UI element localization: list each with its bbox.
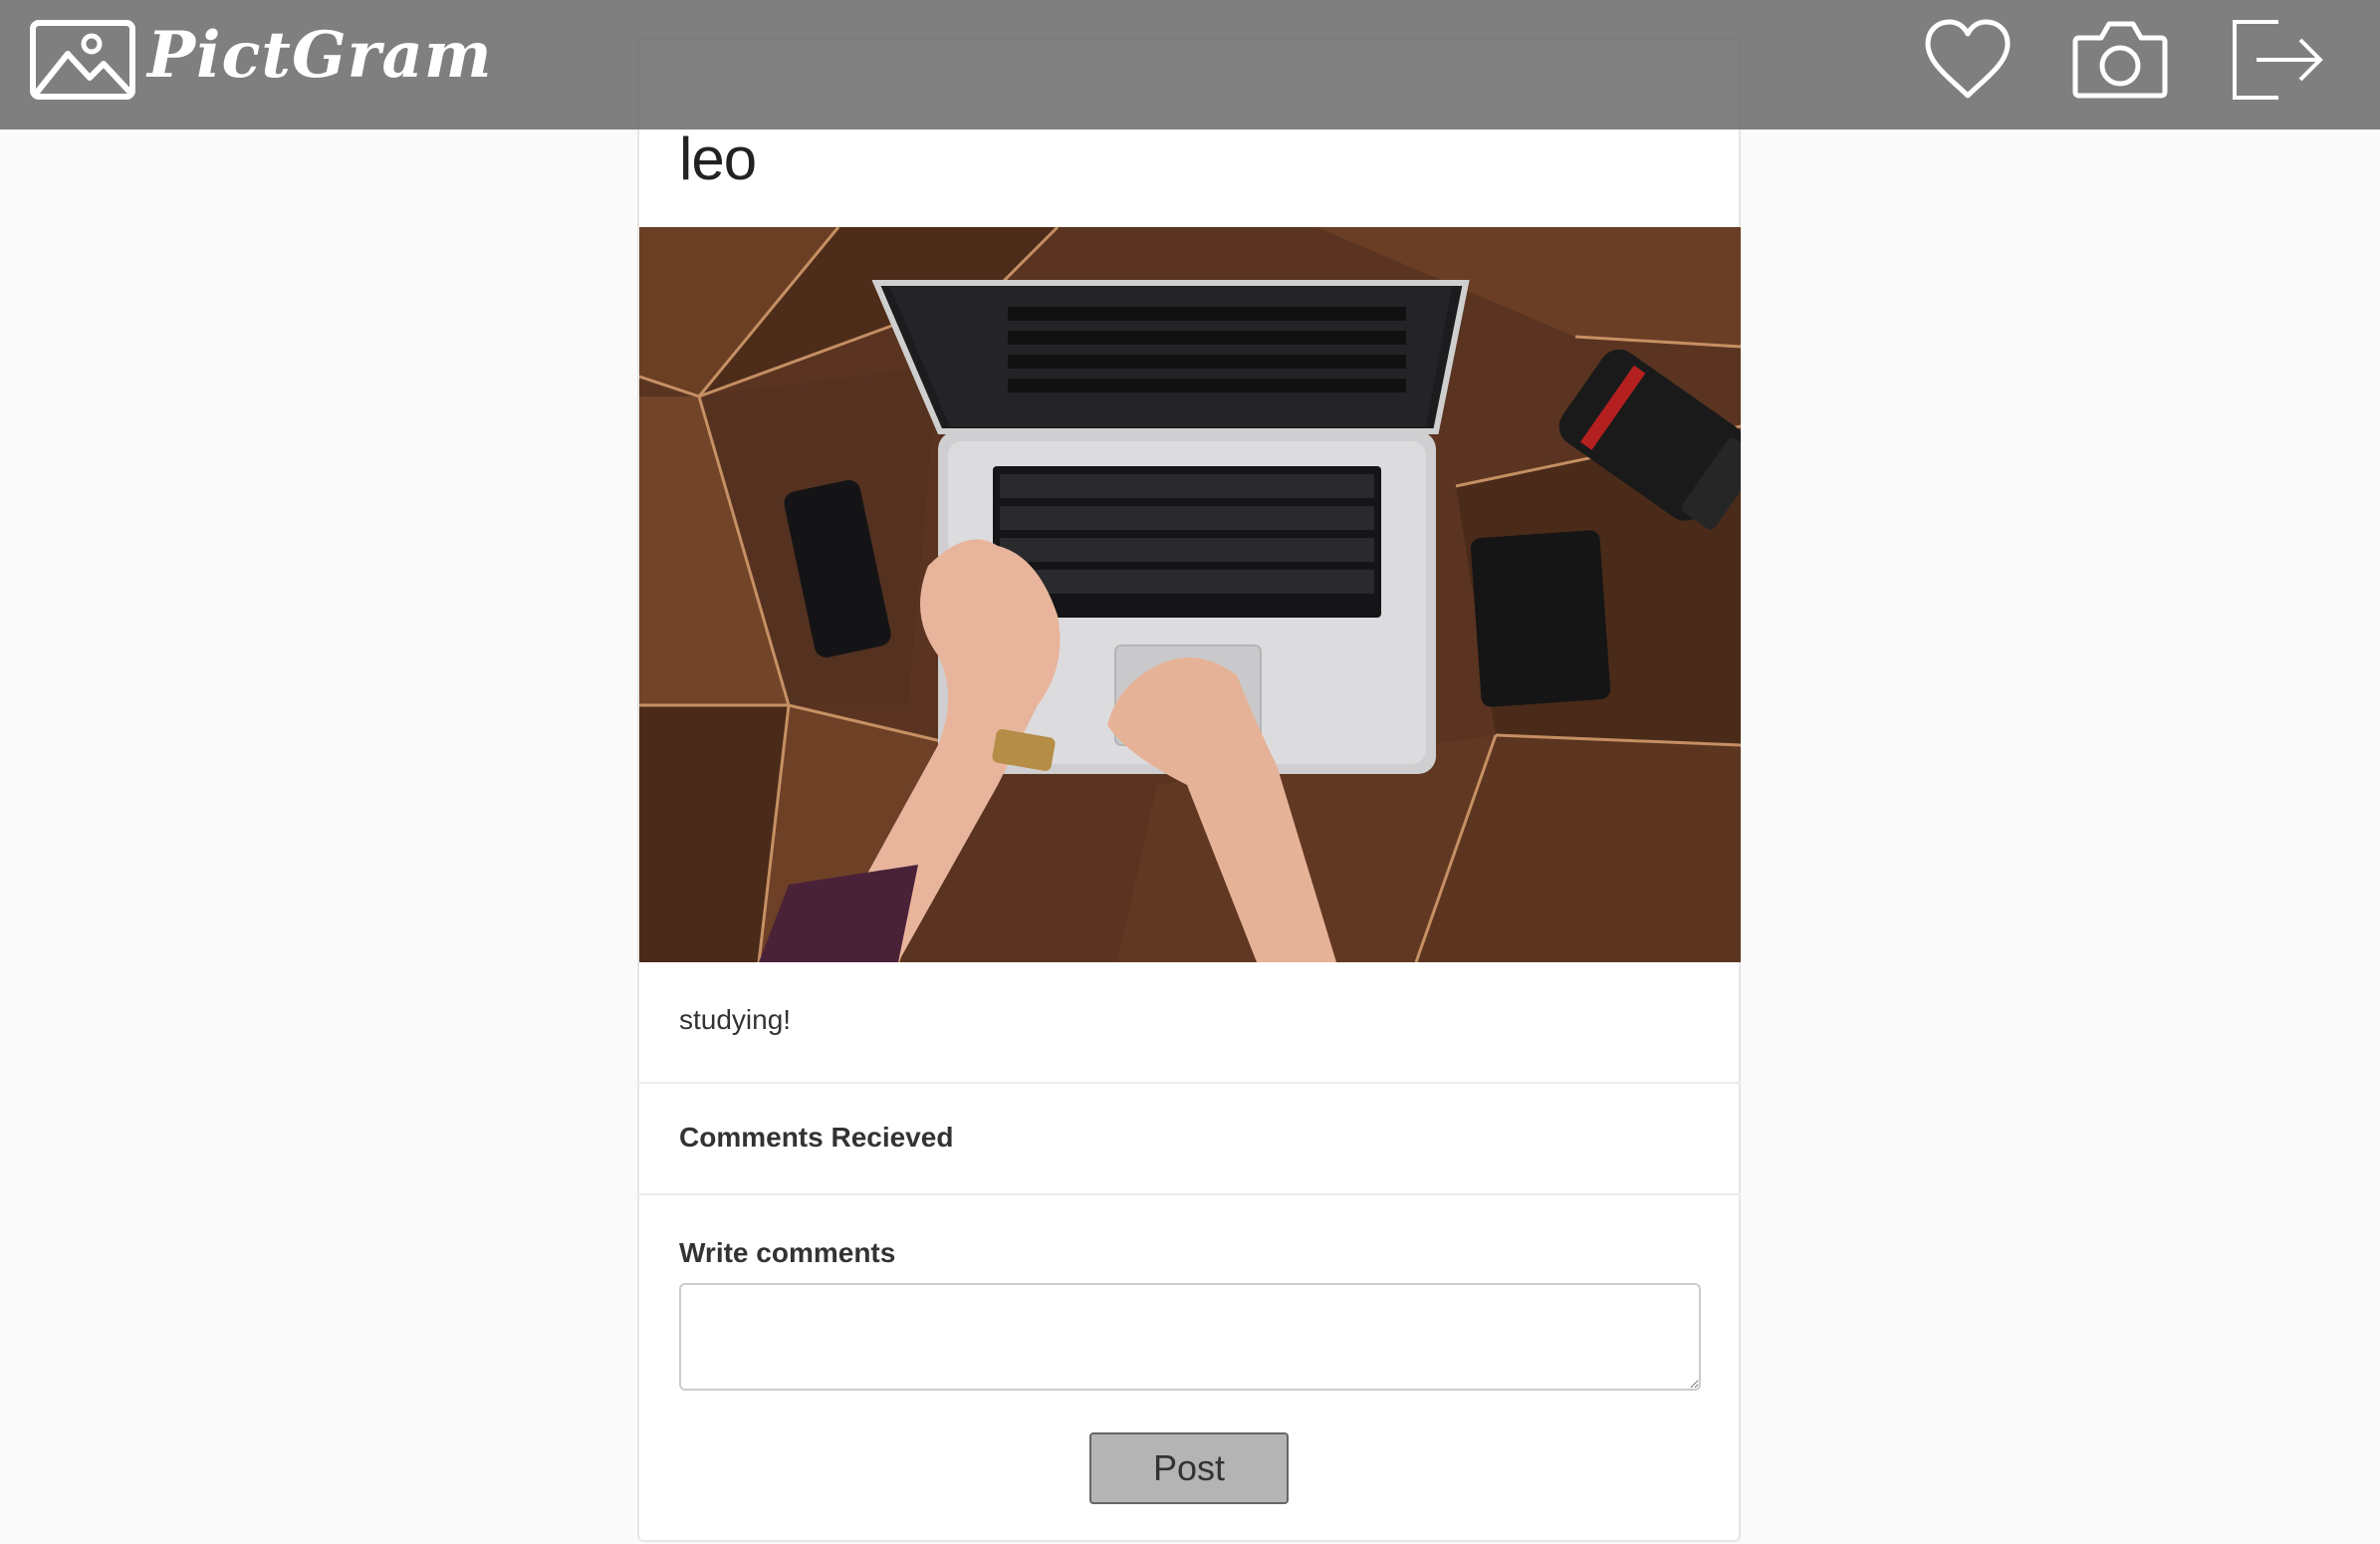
comment-input[interactable] (679, 1283, 1701, 1391)
camera-icon[interactable] (2071, 18, 2169, 107)
brand-logo[interactable]: PictGram (147, 18, 493, 93)
top-navbar: PictGram (0, 0, 2380, 129)
divider (639, 1082, 1741, 1084)
post-username[interactable]: leo (679, 124, 757, 195)
post-photo[interactable] (639, 227, 1741, 962)
image-icon[interactable] (30, 20, 135, 105)
divider (639, 1193, 1741, 1195)
heart-icon[interactable] (1922, 18, 2014, 107)
post-caption: studying! (679, 1004, 792, 1035)
post-card: leo studying! Comments Recieved Write co… (637, 38, 1741, 1542)
post-button[interactable]: Post (1089, 1432, 1289, 1504)
comments-title: Comments Recieved (679, 1122, 954, 1153)
write-comments-label: Write comments (679, 1237, 896, 1268)
logout-icon[interactable] (2231, 18, 2326, 107)
